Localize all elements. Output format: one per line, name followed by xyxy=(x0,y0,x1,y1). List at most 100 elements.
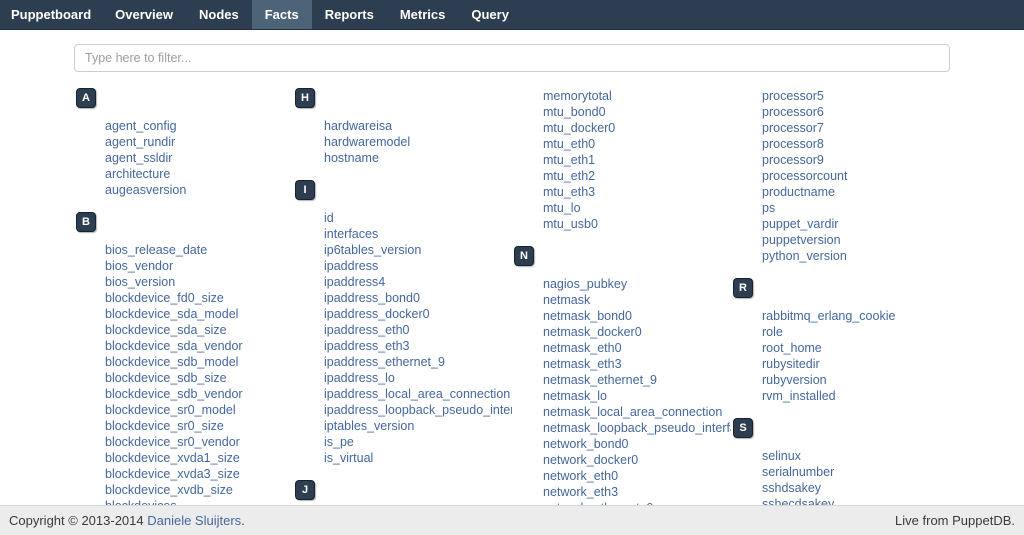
fact-link[interactable]: architecture xyxy=(105,167,170,181)
fact-link[interactable]: rubysitedir xyxy=(762,357,820,371)
fact-list: agent_config agent_rundir agent_ssldirarch… xyxy=(74,118,293,198)
fact-link[interactable]: netmask_eth3 xyxy=(543,357,622,371)
fact-link[interactable]: blockdevice_xvda3_size xyxy=(105,467,240,481)
fact-link[interactable]: blockdevice_sdb_model xyxy=(105,355,238,369)
fact-link[interactable]: augeasversion xyxy=(105,183,186,197)
fact-link[interactable]: interfaces xyxy=(324,227,378,241)
fact-link[interactable]: ipaddress_local_area_connection xyxy=(324,387,510,401)
fact-link[interactable]: selinux xyxy=(762,449,801,463)
fact-item: netmask_eth3 xyxy=(543,356,731,372)
fact-link[interactable]: netmask_loopback_pseudo_interfa xyxy=(543,421,731,435)
nav-item-nodes[interactable]: Nodes xyxy=(186,0,252,29)
fact-link[interactable]: ipaddress_docker0 xyxy=(324,307,430,321)
fact-link[interactable]: blockdevice_sdb_vendor xyxy=(105,387,243,401)
fact-link[interactable]: mtu_eth1 xyxy=(543,153,595,167)
fact-link[interactable]: ipaddress_lo xyxy=(324,371,395,385)
author-link[interactable]: Daniele Sluijters xyxy=(147,513,241,528)
fact-link[interactable]: agent_config xyxy=(105,119,177,133)
nav-item-query[interactable]: Query xyxy=(458,0,522,29)
fact-link[interactable]: sshdsakey xyxy=(762,481,821,495)
fact-link[interactable]: role xyxy=(762,325,783,339)
fact-link[interactable]: blockdevice_sr0_model xyxy=(105,403,236,417)
fact-link[interactable]: id xyxy=(324,211,334,225)
brand-link[interactable]: Puppetboard xyxy=(0,0,102,29)
filter-input[interactable] xyxy=(74,44,950,72)
fact-item: blockdevice_sda_model xyxy=(105,306,293,322)
fact-link[interactable]: nagios_pubkey xyxy=(543,277,627,291)
fact-link[interactable]: agent_rundir xyxy=(105,135,175,149)
fact-link[interactable]: processor5 xyxy=(762,89,824,103)
fact-link[interactable]: network_docker0 xyxy=(543,453,638,467)
fact-link[interactable]: netmask_local_area_connection xyxy=(543,405,722,419)
fact-link[interactable]: mtu_bond0 xyxy=(543,105,606,119)
fact-link[interactable]: netmask_eth0 xyxy=(543,341,622,355)
nav-item-metrics[interactable]: Metrics xyxy=(387,0,459,29)
fact-link[interactable]: netmask_docker0 xyxy=(543,325,642,339)
fact-link[interactable]: ip6tables_version xyxy=(324,243,421,257)
fact-link[interactable]: bios_release_date xyxy=(105,243,207,257)
fact-link[interactable]: iptables_version xyxy=(324,419,414,433)
fact-link[interactable]: root_home xyxy=(762,341,822,355)
fact-link[interactable]: rubyversion xyxy=(762,373,827,387)
fact-link[interactable]: blockdevice_fd0_size xyxy=(105,291,224,305)
fact-item: interfaces xyxy=(324,226,512,242)
fact-link[interactable]: blockdevice_xvda1_size xyxy=(105,451,240,465)
nav-item-overview[interactable]: Overview xyxy=(102,0,186,29)
fact-link[interactable]: is_pe xyxy=(324,435,354,449)
fact-link[interactable]: hostname xyxy=(324,151,379,165)
fact-link[interactable]: netmask xyxy=(543,293,590,307)
fact-item: mtu_bond0 xyxy=(543,104,731,120)
fact-link[interactable]: bios_version xyxy=(105,275,175,289)
fact-link[interactable]: blockdevice_xvdb_size xyxy=(105,483,233,497)
fact-link[interactable]: ipaddress_eth3 xyxy=(324,339,409,353)
fact-link[interactable]: processor6 xyxy=(762,105,824,119)
fact-link[interactable]: productname xyxy=(762,185,835,199)
fact-link[interactable]: mtu_usb0 xyxy=(543,217,598,231)
fact-link[interactable]: blockdevice_sdb_size xyxy=(105,371,227,385)
fact-link[interactable]: network_eth0 xyxy=(543,469,618,483)
fact-link[interactable]: mtu_eth3 xyxy=(543,185,595,199)
fact-link[interactable]: network_eth3 xyxy=(543,485,618,499)
fact-link[interactable]: ipaddress4 xyxy=(324,275,385,289)
fact-link[interactable]: mtu_docker0 xyxy=(543,121,615,135)
fact-link[interactable]: mtu_lo xyxy=(543,201,581,215)
nav-item-facts[interactable]: Facts xyxy=(252,0,312,29)
fact-link[interactable]: processor8 xyxy=(762,137,824,151)
fact-item: hardwareisa xyxy=(324,118,512,134)
fact-column-4: processor5 processor6 processor7 processor8… xyxy=(731,86,950,528)
fact-link[interactable]: processor7 xyxy=(762,121,824,135)
fact-link[interactable]: blockdevice_sr0_size xyxy=(105,419,224,433)
fact-link[interactable]: netmask_ethernet_9 xyxy=(543,373,657,387)
fact-link[interactable]: ipaddress_ethernet_9 xyxy=(324,355,445,369)
fact-link[interactable]: netmask_lo xyxy=(543,389,607,403)
fact-link[interactable]: rabbitmq_erlang_cookie xyxy=(762,309,895,323)
fact-link[interactable]: ipaddress xyxy=(324,259,378,273)
fact-link[interactable]: ipaddress_loopback_pseudo_interf xyxy=(324,403,512,417)
fact-link[interactable]: ipaddress_eth0 xyxy=(324,323,409,337)
fact-link[interactable]: mtu_eth0 xyxy=(543,137,595,151)
fact-link[interactable]: blockdevice_sda_model xyxy=(105,307,238,321)
fact-link[interactable]: netmask_bond0 xyxy=(543,309,632,323)
fact-link[interactable]: blockdevice_sda_vendor xyxy=(105,339,243,353)
fact-link[interactable]: hardwaremodel xyxy=(324,135,410,149)
fact-link[interactable]: ps xyxy=(762,201,775,215)
fact-link[interactable]: memorytotal xyxy=(543,89,612,103)
fact-link[interactable]: mtu_eth2 xyxy=(543,169,595,183)
nav-item-reports[interactable]: Reports xyxy=(312,0,387,29)
fact-link[interactable]: agent_ssldir xyxy=(105,151,172,165)
fact-link[interactable]: blockdevice_sr0_vendor xyxy=(105,435,240,449)
fact-link[interactable]: rvm_installed xyxy=(762,389,836,403)
fact-link[interactable]: serialnumber xyxy=(762,465,834,479)
fact-link[interactable]: processorcount xyxy=(762,169,847,183)
fact-item: ip6tables_version xyxy=(324,242,512,258)
fact-link[interactable]: puppet_vardir xyxy=(762,217,838,231)
fact-link[interactable]: is_virtual xyxy=(324,451,373,465)
fact-link[interactable]: network_bond0 xyxy=(543,437,628,451)
fact-link[interactable]: hardwareisa xyxy=(324,119,392,133)
fact-link[interactable]: processor9 xyxy=(762,153,824,167)
fact-link[interactable]: ipaddress_bond0 xyxy=(324,291,420,305)
fact-link[interactable]: python_version xyxy=(762,249,847,263)
fact-link[interactable]: bios_vendor xyxy=(105,259,173,273)
fact-link[interactable]: puppetversion xyxy=(762,233,841,247)
fact-link[interactable]: blockdevice_sda_size xyxy=(105,323,227,337)
